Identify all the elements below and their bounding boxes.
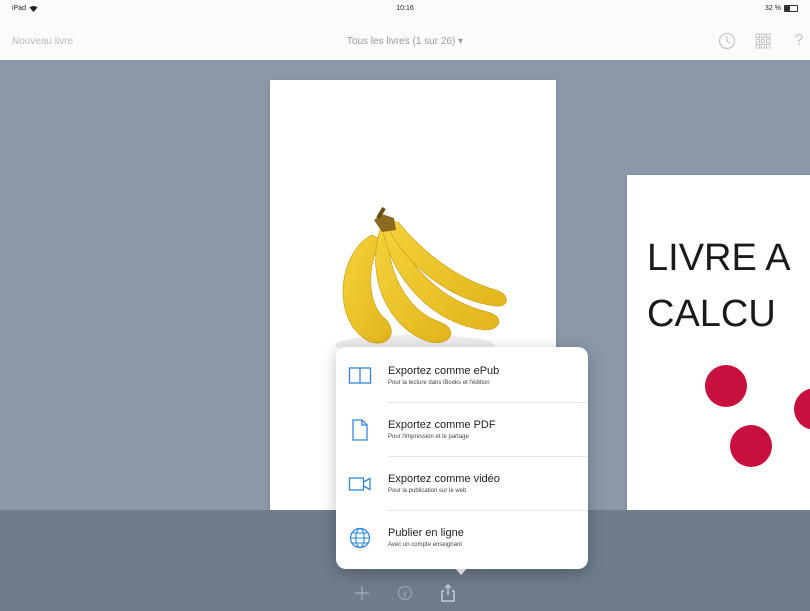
info-icon[interactable] <box>396 584 414 602</box>
menu-item-title: Exportez comme PDF <box>388 419 496 431</box>
menu-item-title: Exportez comme ePub <box>388 365 500 377</box>
menu-item-subtitle: Pour la lecture dans iBooks et l'édition <box>388 380 490 386</box>
publish-online-item[interactable]: Publier en ligne Avec un compte enseigna… <box>336 511 588 565</box>
menu-item-title: Exportez comme vidéo <box>388 473 500 485</box>
battery-icon <box>784 5 798 12</box>
nav-bar: Nouveau livre Tous les livres (1 sur 26)… <box>0 22 810 61</box>
export-pdf-item[interactable]: Exportez comme PDF Pour l'impression et … <box>336 403 588 457</box>
share-icon[interactable] <box>439 584 457 602</box>
export-popover: Exportez comme ePub Pour la lecture dans… <box>336 347 588 569</box>
decorative-dot <box>794 388 810 430</box>
status-bar: iPad 10:16 32 % <box>0 0 810 22</box>
menu-item-title: Publier en ligne <box>388 527 464 539</box>
status-time: 10:16 <box>396 5 414 12</box>
book-icon <box>348 367 372 384</box>
menu-item-subtitle: Avec un compte enseignant <box>388 542 462 548</box>
status-right: 32 % <box>765 5 798 12</box>
book-cover-right[interactable]: LIVRE A CALCU <box>627 175 810 510</box>
document-icon <box>352 419 368 441</box>
plus-icon[interactable] <box>353 584 371 602</box>
right-title-line2: CALCU <box>647 293 776 335</box>
globe-icon <box>349 527 371 549</box>
video-icon <box>348 477 371 491</box>
decorative-dot <box>730 425 772 467</box>
all-books-title[interactable]: Tous les livres (1 sur 26) ▾ <box>0 36 810 47</box>
nav-icons: ? <box>716 30 810 52</box>
export-epub-item[interactable]: Exportez comme ePub Pour la lecture dans… <box>336 349 588 403</box>
grid-icon[interactable] <box>752 30 774 52</box>
menu-item-subtitle: Pour la publication sur le web <box>388 488 467 494</box>
clock-icon[interactable] <box>716 30 738 52</box>
battery-percent: 32 % <box>765 5 781 12</box>
right-book-title: LIVRE A CALCU <box>647 230 791 342</box>
export-video-item[interactable]: Exportez comme vidéo Pour la publication… <box>336 457 588 511</box>
menu-item-subtitle: Pour l'impression et le partage <box>388 434 469 440</box>
right-title-line1: LIVRE A <box>647 237 791 279</box>
decorative-dot <box>705 365 747 407</box>
help-icon[interactable]: ? <box>788 30 810 52</box>
bottom-toolbar <box>0 578 810 608</box>
